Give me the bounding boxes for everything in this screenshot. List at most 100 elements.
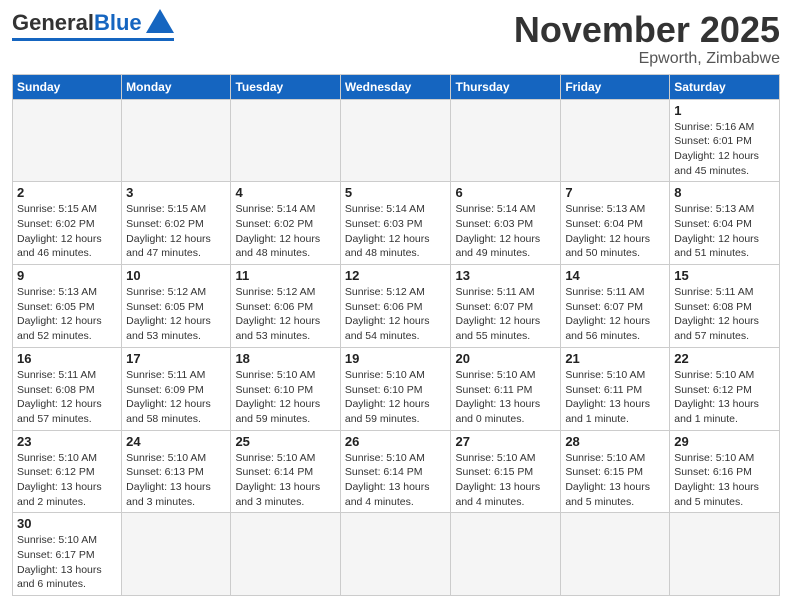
table-row: 28Sunrise: 5:10 AM Sunset: 6:15 PM Dayli… — [561, 430, 670, 513]
day-number: 17 — [126, 351, 226, 366]
logo-blue-text: Blue — [94, 10, 142, 36]
table-row: 10 Sunrise: 5:12 AM Sunset: 6:05 PM Dayli… — [122, 265, 231, 348]
calendar-row: 2 Sunrise: 5:15 AM Sunset: 6:02 PM Daylig… — [13, 182, 780, 265]
day-number: 22 — [674, 351, 775, 366]
col-friday: Friday — [561, 74, 670, 99]
day-number: 21 — [565, 351, 665, 366]
table-row — [340, 513, 451, 596]
day-info: Sunrise: 5:14 AM Sunset: 6:02 PM Dayligh… — [235, 202, 335, 261]
day-info: Sunrise: 5:10 AM Sunset: 6:17 PM Dayligh… — [17, 533, 117, 592]
table-row: 13 Sunrise: 5:11 AM Sunset: 6:07 PM Dayli… — [451, 265, 561, 348]
table-row: 9Sunrise: 5:13 AM Sunset: 6:05 PM Daylig… — [13, 265, 122, 348]
calendar-row: 1 Sunrise: 5:16 AM Sunset: 6:01 PM Daylig… — [13, 99, 780, 182]
logo-general-text: General — [12, 10, 94, 36]
day-info: Sunrise: 5:12 AM Sunset: 6:05 PM Dayligh… — [126, 285, 226, 344]
col-saturday: Saturday — [670, 74, 780, 99]
day-info: Sunrise: 5:12 AM Sunset: 6:06 PM Dayligh… — [235, 285, 335, 344]
page-container: General Blue November 2025 Epworth, Zimb… — [0, 0, 792, 606]
day-info: Sunrise: 5:10 AM Sunset: 6:10 PM Dayligh… — [235, 368, 335, 427]
table-row: 26 Sunrise: 5:10 AM Sunset: 6:14 PM Dayli… — [340, 430, 451, 513]
day-number: 14 — [565, 268, 665, 283]
table-row: 14 Sunrise: 5:11 AM Sunset: 6:07 PM Dayli… — [561, 265, 670, 348]
table-row — [561, 99, 670, 182]
day-number: 11 — [235, 268, 335, 283]
day-number: 10 — [126, 268, 226, 283]
location-title: Epworth, Zimbabwe — [514, 50, 780, 68]
day-info: Sunrise: 5:13 AM Sunset: 6:04 PM Dayligh… — [674, 202, 775, 261]
day-number: 28 — [565, 434, 665, 449]
table-row: 6 Sunrise: 5:14 AM Sunset: 6:03 PM Daylig… — [451, 182, 561, 265]
title-block: November 2025 Epworth, Zimbabwe — [514, 10, 780, 68]
day-number: 1 — [674, 103, 775, 118]
day-info: Sunrise: 5:10 AM Sunset: 6:11 PM Dayligh… — [565, 368, 665, 427]
day-number: 18 — [235, 351, 335, 366]
day-info: Sunrise: 5:11 AM Sunset: 6:08 PM Dayligh… — [674, 285, 775, 344]
table-row: 8 Sunrise: 5:13 AM Sunset: 6:04 PM Daylig… — [670, 182, 780, 265]
day-info: Sunrise: 5:10 AM Sunset: 6:10 PM Dayligh… — [345, 368, 447, 427]
table-row: 21 Sunrise: 5:10 AM Sunset: 6:11 PM Dayli… — [561, 347, 670, 430]
calendar-row: 9Sunrise: 5:13 AM Sunset: 6:05 PM Daylig… — [13, 265, 780, 348]
table-row: 5 Sunrise: 5:14 AM Sunset: 6:03 PM Daylig… — [340, 182, 451, 265]
day-info: Sunrise: 5:10 AM Sunset: 6:15 PM Dayligh… — [455, 451, 556, 510]
day-info: Sunrise: 5:12 AM Sunset: 6:06 PM Dayligh… — [345, 285, 447, 344]
day-info: Sunrise: 5:10 AM Sunset: 6:16 PM Dayligh… — [674, 451, 775, 510]
table-row: 12 Sunrise: 5:12 AM Sunset: 6:06 PM Dayli… — [340, 265, 451, 348]
day-info: Sunrise: 5:11 AM Sunset: 6:07 PM Dayligh… — [565, 285, 665, 344]
day-info: Sunrise: 5:15 AM Sunset: 6:02 PM Dayligh… — [17, 202, 117, 261]
table-row — [340, 99, 451, 182]
day-info: Sunrise: 5:11 AM Sunset: 6:09 PM Dayligh… — [126, 368, 226, 427]
day-number: 13 — [455, 268, 556, 283]
header: General Blue November 2025 Epworth, Zimb… — [12, 10, 780, 68]
col-sunday: Sunday — [13, 74, 122, 99]
col-monday: Monday — [122, 74, 231, 99]
day-info: Sunrise: 5:10 AM Sunset: 6:14 PM Dayligh… — [345, 451, 447, 510]
day-info: Sunrise: 5:16 AM Sunset: 6:01 PM Dayligh… — [674, 120, 775, 179]
col-wednesday: Wednesday — [340, 74, 451, 99]
table-row: 18 Sunrise: 5:10 AM Sunset: 6:10 PM Dayli… — [231, 347, 340, 430]
table-row: 25Sunrise: 5:10 AM Sunset: 6:14 PM Dayli… — [231, 430, 340, 513]
table-row: 17 Sunrise: 5:11 AM Sunset: 6:09 PM Dayli… — [122, 347, 231, 430]
table-row: 2 Sunrise: 5:15 AM Sunset: 6:02 PM Daylig… — [13, 182, 122, 265]
col-tuesday: Tuesday — [231, 74, 340, 99]
day-number: 23 — [17, 434, 117, 449]
col-thursday: Thursday — [451, 74, 561, 99]
day-number: 26 — [345, 434, 447, 449]
day-number: 4 — [235, 185, 335, 200]
day-info: Sunrise: 5:15 AM Sunset: 6:02 PM Dayligh… — [126, 202, 226, 261]
day-number: 15 — [674, 268, 775, 283]
day-number: 8 — [674, 185, 775, 200]
table-row: 20Sunrise: 5:10 AM Sunset: 6:11 PM Dayli… — [451, 347, 561, 430]
table-row: 15 Sunrise: 5:11 AM Sunset: 6:08 PM Dayli… — [670, 265, 780, 348]
table-row — [122, 99, 231, 182]
table-row: 11 Sunrise: 5:12 AM Sunset: 6:06 PM Dayli… — [231, 265, 340, 348]
day-info: Sunrise: 5:14 AM Sunset: 6:03 PM Dayligh… — [455, 202, 556, 261]
day-info: Sunrise: 5:13 AM Sunset: 6:04 PM Dayligh… — [565, 202, 665, 261]
day-info: Sunrise: 5:14 AM Sunset: 6:03 PM Dayligh… — [345, 202, 447, 261]
table-row: 7Sunrise: 5:13 AM Sunset: 6:04 PM Daylig… — [561, 182, 670, 265]
day-number: 29 — [674, 434, 775, 449]
table-row: 22 Sunrise: 5:10 AM Sunset: 6:12 PM Dayli… — [670, 347, 780, 430]
table-row: 23 Sunrise: 5:10 AM Sunset: 6:12 PM Dayli… — [13, 430, 122, 513]
table-row: 19Sunrise: 5:10 AM Sunset: 6:10 PM Dayli… — [340, 347, 451, 430]
day-info: Sunrise: 5:10 AM Sunset: 6:12 PM Dayligh… — [17, 451, 117, 510]
day-number: 9 — [17, 268, 117, 283]
table-row — [451, 99, 561, 182]
table-row: 4 Sunrise: 5:14 AM Sunset: 6:02 PM Daylig… — [231, 182, 340, 265]
table-row — [122, 513, 231, 596]
table-row — [231, 99, 340, 182]
day-info: Sunrise: 5:11 AM Sunset: 6:07 PM Dayligh… — [455, 285, 556, 344]
day-number: 24 — [126, 434, 226, 449]
day-number: 2 — [17, 185, 117, 200]
day-info: Sunrise: 5:11 AM Sunset: 6:08 PM Dayligh… — [17, 368, 117, 427]
table-row — [451, 513, 561, 596]
logo-triangle-icon — [146, 9, 174, 33]
table-row: 24Sunrise: 5:10 AM Sunset: 6:13 PM Dayli… — [122, 430, 231, 513]
day-number: 30 — [17, 516, 117, 531]
day-info: Sunrise: 5:10 AM Sunset: 6:12 PM Dayligh… — [674, 368, 775, 427]
calendar-table: Sunday Monday Tuesday Wednesday Thursday… — [12, 74, 780, 597]
day-number: 12 — [345, 268, 447, 283]
day-number: 5 — [345, 185, 447, 200]
day-number: 6 — [455, 185, 556, 200]
table-row: 1 Sunrise: 5:16 AM Sunset: 6:01 PM Daylig… — [670, 99, 780, 182]
logo-underline — [12, 38, 174, 41]
